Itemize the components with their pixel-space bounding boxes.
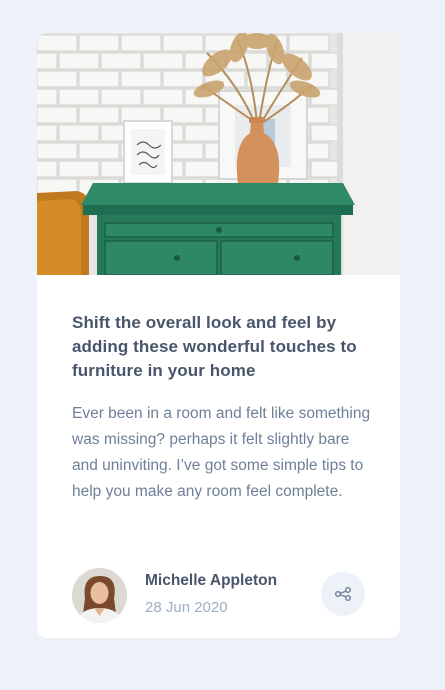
publish-date: 28 Jun 2020 xyxy=(145,599,228,616)
hero-image xyxy=(37,33,400,275)
article-description: Ever been in a room and felt like someth… xyxy=(72,405,371,500)
author-avatar xyxy=(72,568,127,623)
article-title[interactable]: Shift the overall look and feel by addin… xyxy=(72,311,372,383)
author-name: Michelle Appleton xyxy=(145,572,278,589)
share-button[interactable] xyxy=(321,572,365,616)
article-card: Shift the overall look and feel by addin… xyxy=(37,33,400,638)
share-icon xyxy=(335,587,351,601)
